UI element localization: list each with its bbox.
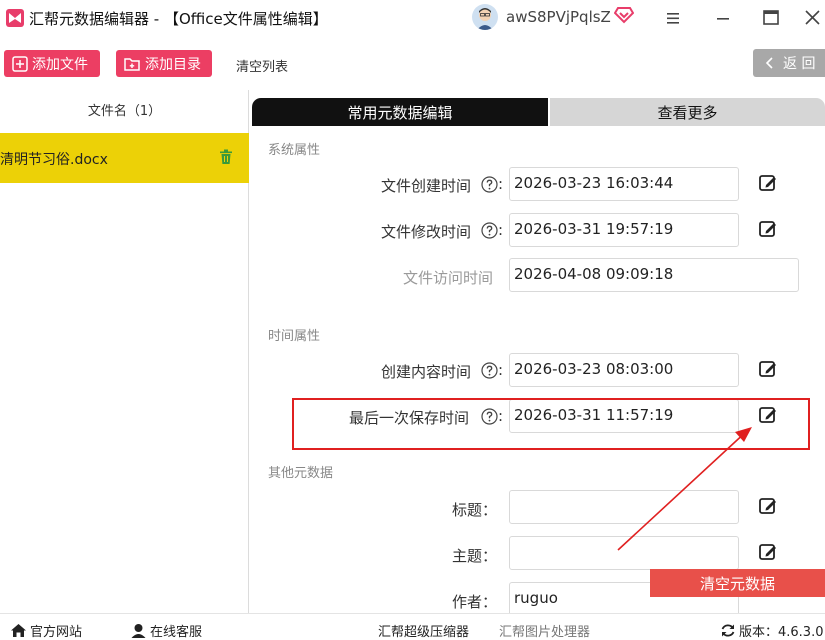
subject-input[interactable]: [509, 536, 739, 570]
version-info[interactable]: 版本：4.6.3.0: [720, 621, 823, 640]
edit-icon[interactable]: [758, 173, 778, 193]
file-list-header: 文件名（1）: [87, 104, 162, 119]
accessed-time-label: 文件访问时间: [403, 269, 494, 287]
back-label: 返 回: [783, 56, 816, 72]
accessed-time-input: 2026-04-08 09:09:18: [509, 258, 799, 292]
help-icon[interactable]: [481, 362, 498, 379]
add-folder-icon: [124, 57, 140, 71]
app-logo-icon: [6, 9, 24, 27]
maximize-icon[interactable]: [758, 6, 784, 30]
add-file-icon: [12, 55, 28, 72]
back-button[interactable]: 返 回: [753, 49, 825, 77]
menu-icon[interactable]: [660, 6, 686, 30]
help-icon[interactable]: [481, 176, 498, 193]
status-bar: 官方网站 在线客服 汇帮超级压缩器 汇帮图片处理器 版本：4.6.3.0: [0, 613, 825, 640]
clear-metadata-button[interactable]: 清空元数据: [650, 569, 825, 597]
avatar[interactable]: [472, 4, 498, 30]
vip-diamond-icon[interactable]: [614, 6, 634, 24]
created-time-label: 文件创建时间: [381, 177, 472, 195]
file-name: 清明节习俗.docx: [0, 152, 108, 168]
title-bar: 汇帮元数据编辑器 - 【Office文件属性编辑】 awS8PVjPqlsZ: [0, 0, 825, 38]
modified-time-label: 文件修改时间: [381, 223, 472, 241]
file-list-panel: 文件名（1） 清明节习俗.docx: [0, 90, 249, 613]
created-time-input[interactable]: 2026-03-23 16:03:44: [509, 167, 739, 201]
image-tool-link[interactable]: 汇帮图片处理器: [499, 621, 590, 640]
colon: :: [498, 361, 504, 379]
tab-common-metadata[interactable]: 常用元数据编辑: [252, 98, 548, 126]
version-label: 版本：4.6.3.0: [739, 625, 824, 640]
chevron-left-icon: [765, 57, 773, 69]
online-support-link[interactable]: 在线客服: [130, 621, 202, 640]
section-system-properties: 系统属性: [268, 143, 321, 158]
add-file-label: 添加文件: [32, 56, 88, 73]
close-icon[interactable]: [800, 6, 825, 30]
edit-icon[interactable]: [758, 496, 778, 516]
subject-label: 主题：: [452, 547, 498, 565]
username[interactable]: awS8PVjPqlsZ: [506, 8, 611, 26]
colon: :: [498, 175, 504, 193]
official-website-label: 官方网站: [30, 625, 83, 640]
edit-icon[interactable]: [758, 542, 778, 562]
compressor-link[interactable]: 汇帮超级压缩器: [378, 621, 469, 640]
official-website-link[interactable]: 官方网站: [10, 621, 82, 640]
content-created-input[interactable]: 2026-03-23 08:03:00: [509, 353, 739, 387]
home-icon: [11, 624, 26, 637]
title-input[interactable]: [509, 490, 739, 524]
section-time-properties: 时间属性: [268, 329, 321, 344]
edit-icon[interactable]: [758, 219, 778, 239]
refresh-icon: [721, 624, 735, 637]
trash-icon[interactable]: [219, 149, 233, 165]
add-directory-button[interactable]: 添加目录: [116, 50, 212, 77]
section-other-metadata: 其他元数据: [268, 466, 334, 481]
metadata-tabs: 常用元数据编辑 查看更多: [252, 98, 825, 126]
content-created-label: 创建内容时间: [381, 363, 472, 381]
add-file-button[interactable]: 添加文件: [4, 50, 100, 77]
minimize-icon[interactable]: [710, 6, 736, 30]
highlight-annotation-box: [292, 398, 810, 450]
file-row[interactable]: 清明节习俗.docx: [0, 133, 249, 183]
colon: :: [498, 221, 504, 239]
modified-time-input[interactable]: 2026-03-31 19:57:19: [509, 213, 739, 247]
toolbar: 添加文件 添加目录 清空列表 返 回: [0, 38, 825, 90]
author-label: 作者：: [452, 593, 498, 611]
help-icon[interactable]: [481, 222, 498, 239]
clear-list-button[interactable]: 清空列表: [236, 56, 288, 75]
add-directory-label: 添加目录: [145, 56, 201, 73]
edit-icon[interactable]: [758, 359, 778, 379]
online-support-label: 在线客服: [150, 625, 203, 640]
support-agent-icon: [131, 624, 146, 638]
title-label: 标题：: [452, 501, 498, 519]
window-title: 汇帮元数据编辑器 - 【Office文件属性编辑】: [29, 10, 328, 28]
tab-view-more[interactable]: 查看更多: [550, 98, 825, 126]
